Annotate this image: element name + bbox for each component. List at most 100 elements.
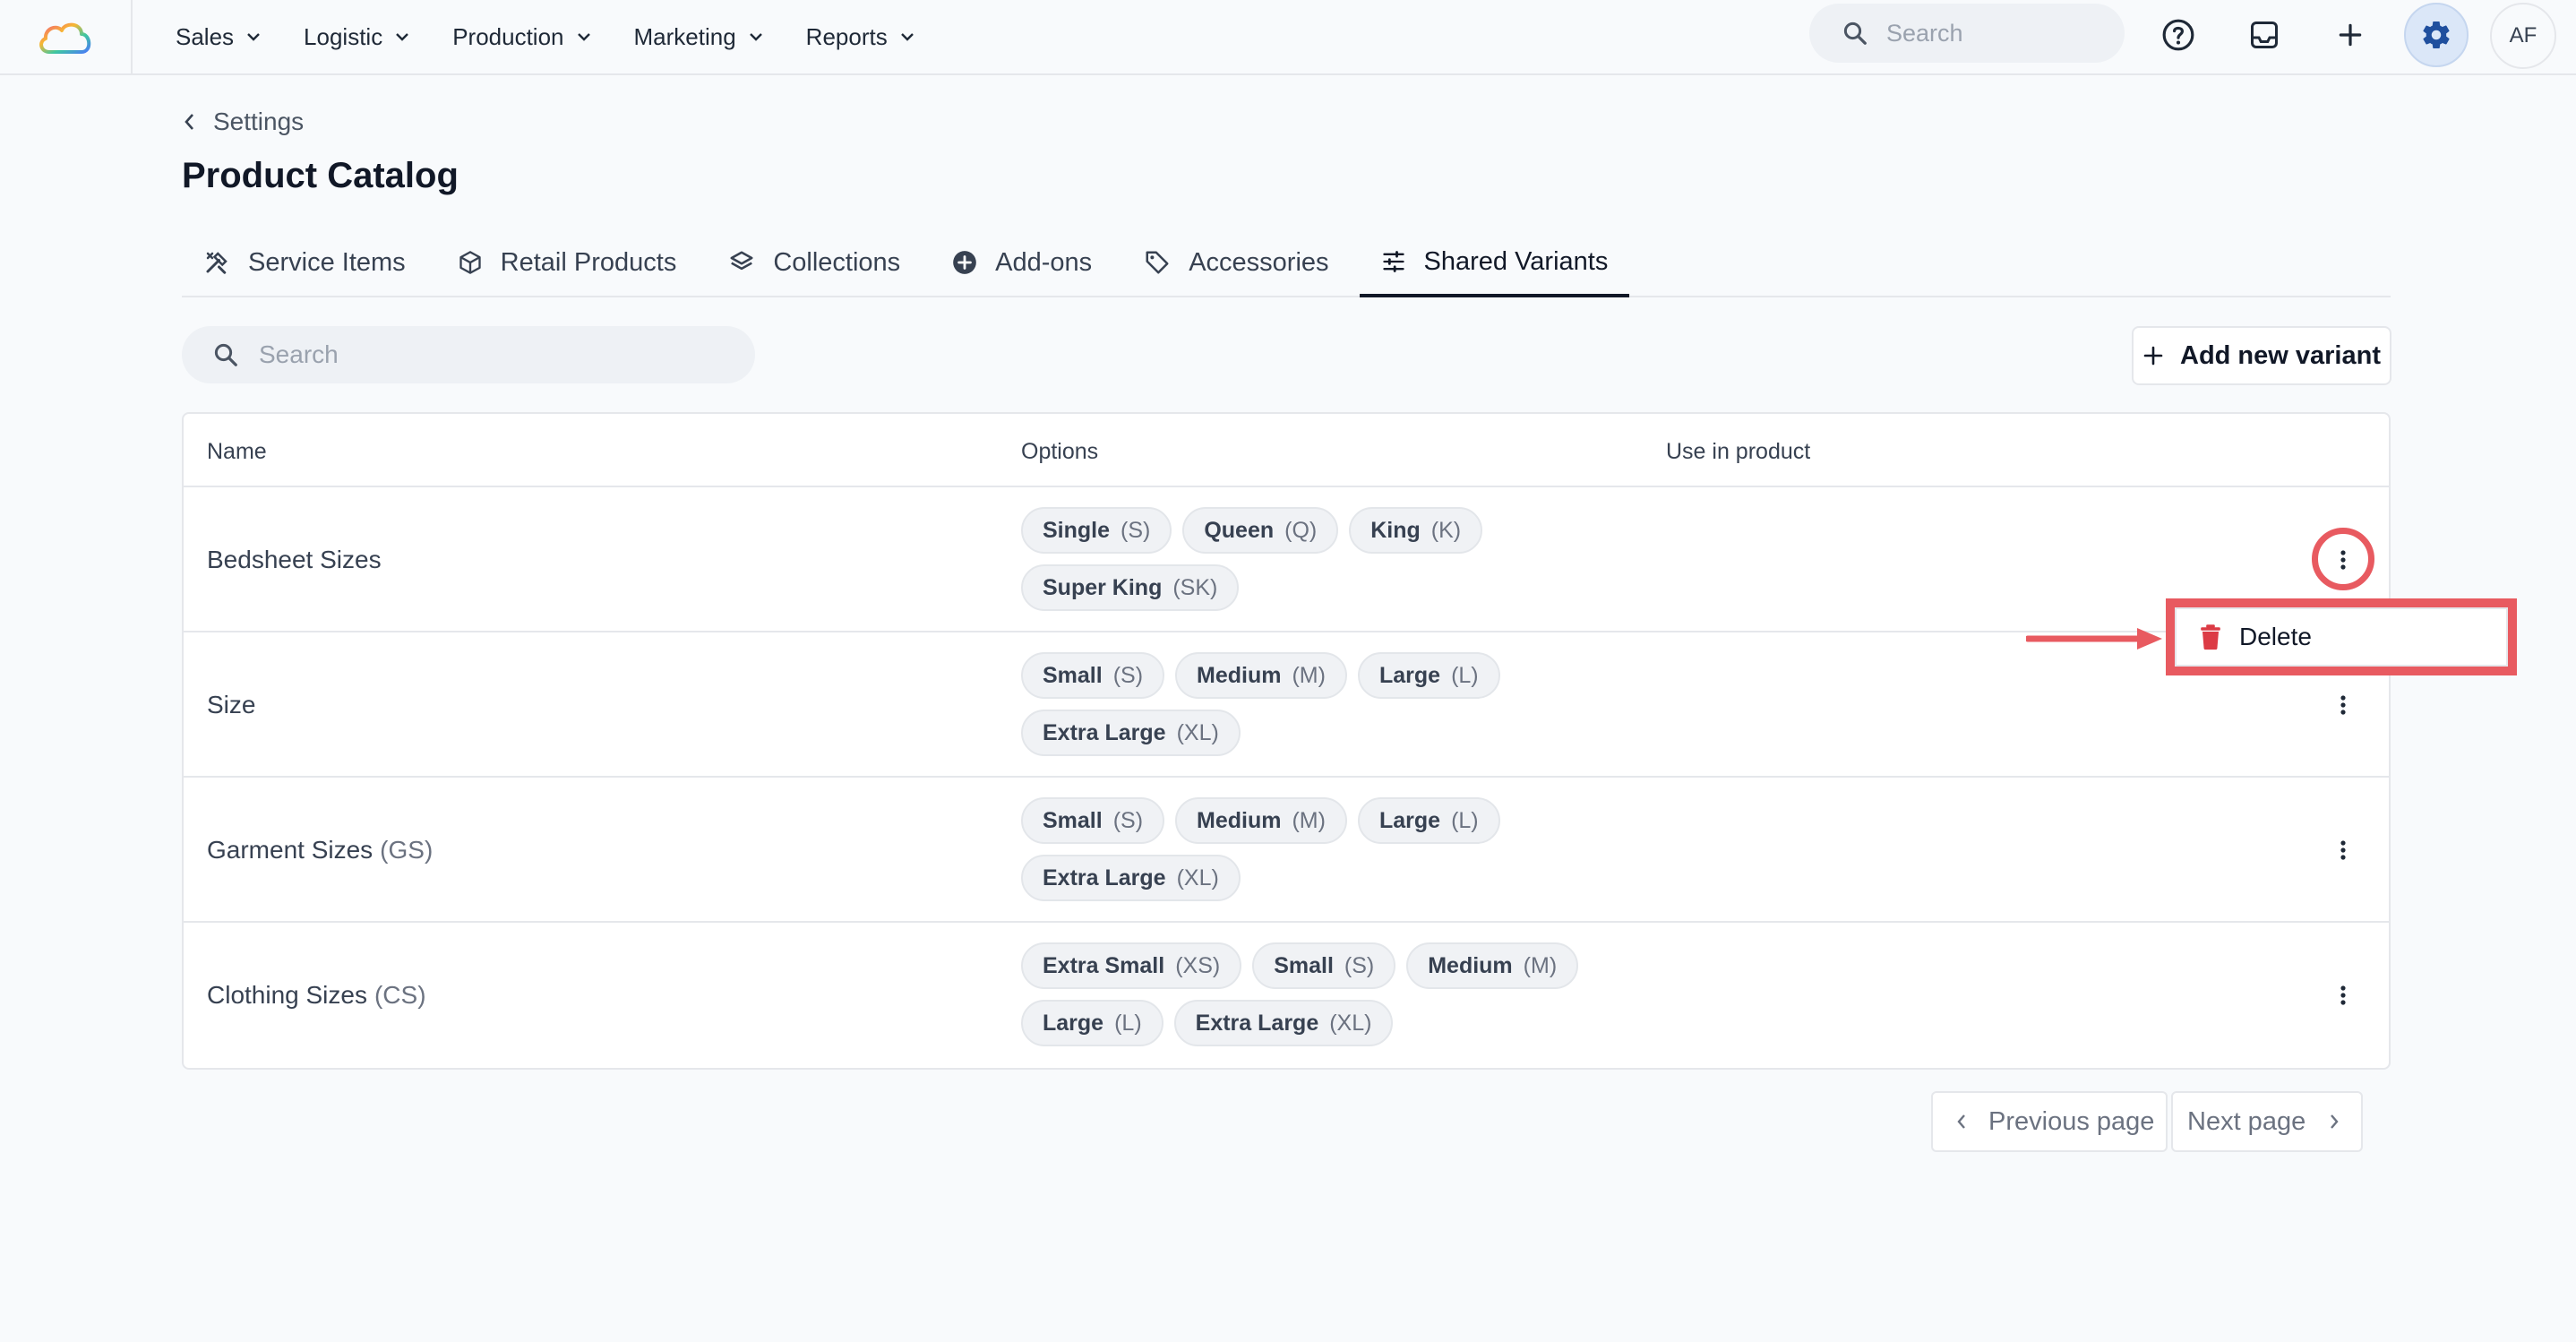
avatar[interactable]: AF: [2490, 3, 2556, 69]
option-label: Extra Small: [1043, 952, 1165, 978]
menu-production[interactable]: Production: [452, 23, 590, 51]
variant-search-input[interactable]: [259, 340, 725, 369]
option-label: Single: [1043, 517, 1111, 543]
variant-name-label: Clothing Sizes: [207, 981, 367, 1009]
table-row: Clothing Sizes (CS) Extra Small (XS) Small (S…: [184, 923, 2389, 1068]
column-options: Options: [1021, 439, 1099, 464]
option-code: (M): [1523, 952, 1558, 978]
variant-name: Clothing Sizes (CS): [207, 923, 426, 1068]
row-menu-button[interactable]: [2323, 975, 2364, 1016]
layers-icon: [730, 251, 753, 271]
help-circle-icon: [2162, 19, 2194, 51]
menu-label: Marketing: [633, 22, 736, 50]
row-menu-button[interactable]: [2323, 830, 2364, 871]
tab-accessories[interactable]: Accessories: [1122, 229, 1350, 296]
tab-service-items[interactable]: Service Items: [182, 229, 427, 296]
option-chip: Extra Large (XL): [1021, 710, 1241, 756]
option-label: Large: [1043, 1010, 1104, 1036]
global-search-input[interactable]: [1886, 19, 2101, 47]
tools-icon: [206, 252, 228, 274]
variant-abbr: (CS): [374, 981, 426, 1009]
page-title: Product Catalog: [182, 156, 459, 195]
global-search[interactable]: [1809, 4, 2125, 63]
option-chip: Small (S): [1021, 797, 1165, 844]
catalog-tabs: Service Items Retail Products Collection…: [182, 229, 2391, 297]
option-chip: Extra Large (XL): [1173, 1000, 1394, 1046]
option-code: (S): [1121, 517, 1151, 543]
option-label: Large: [1378, 662, 1441, 688]
variant-search[interactable]: [182, 326, 755, 383]
chevron-down-icon: [395, 32, 409, 41]
tab-retail-products[interactable]: Retail Products: [436, 229, 699, 296]
chevron-left-icon: [185, 114, 193, 130]
column-name: Name: [207, 439, 267, 464]
tab-label: Collections: [773, 247, 901, 277]
add-new-variant-button[interactable]: Add new variant: [2132, 326, 2391, 385]
plus-icon: [2143, 346, 2163, 366]
delete-menu-item[interactable]: Delete: [2175, 607, 2508, 667]
option-code: (S): [1344, 952, 1375, 978]
tab-label: Retail Products: [500, 247, 677, 277]
variant-options: Extra Small (XS) Small (S) Medium (M) Large (L)…: [1021, 942, 1648, 1057]
breadcrumb[interactable]: Settings: [183, 108, 304, 136]
settings-button[interactable]: [2404, 3, 2469, 67]
variant-options: Small (S) Medium (M) Large (L) Extra Large (XL): [1021, 652, 1648, 767]
chevron-down-icon: [577, 32, 591, 41]
next-page-button[interactable]: Next page: [2171, 1091, 2363, 1152]
tab-label: Service Items: [248, 247, 406, 277]
menu-logistic[interactable]: Logistic: [304, 23, 409, 51]
previous-page-button[interactable]: Previous page: [1931, 1091, 2168, 1152]
option-chip: Large (L): [1021, 1000, 1163, 1046]
option-label: Queen: [1204, 517, 1275, 543]
option-label: Super King: [1043, 574, 1163, 600]
tab-collections[interactable]: Collections: [707, 229, 922, 296]
main-menu: Sales Logistic Production Marketing Repo…: [176, 0, 957, 73]
inbox-icon: [2251, 22, 2278, 48]
option-label: Small: [1043, 807, 1103, 833]
tab-add-ons[interactable]: Add-ons: [931, 229, 1113, 296]
variants-table: Name Options Use in product Bedsheet Siz…: [182, 412, 2391, 1070]
option-chip: Super King (SK): [1021, 564, 1240, 611]
option-code: (L): [1114, 1010, 1142, 1036]
search-icon: [1843, 22, 1867, 45]
search-icon: [214, 343, 237, 366]
option-label: Medium: [1428, 952, 1513, 978]
option-code: (Q): [1284, 517, 1318, 543]
table-header: Name Options Use in product: [184, 414, 2389, 487]
row-menu-button[interactable]: [2323, 684, 2364, 726]
cloud-logo-icon: [39, 22, 91, 54]
plus-icon: [2339, 23, 2362, 47]
menu-reports[interactable]: Reports: [806, 23, 914, 51]
option-label: Large: [1378, 807, 1441, 833]
option-code: (K): [1430, 517, 1462, 543]
column-use-in-product: Use in product: [1666, 439, 1811, 464]
variant-name: Size: [207, 632, 255, 778]
menu-sales[interactable]: Sales: [176, 23, 261, 51]
option-chip: Small (S): [1252, 942, 1396, 989]
variant-name: Garment Sizes (GS): [207, 778, 433, 923]
menu-marketing[interactable]: Marketing: [634, 23, 763, 51]
option-chip: Small (S): [1021, 652, 1165, 699]
top-navbar: Sales Logistic Production Marketing Repo…: [0, 0, 2576, 75]
menu-label: Production: [452, 22, 564, 50]
option-chip: Medium (M): [1406, 942, 1579, 989]
option-label: Medium: [1197, 807, 1282, 833]
add-button-label: Add new variant: [2180, 340, 2381, 370]
inbox-button[interactable]: [2232, 3, 2297, 67]
logo[interactable]: [0, 0, 133, 73]
option-chip: Medium (M): [1175, 797, 1347, 844]
option-label: Extra Large: [1043, 719, 1166, 745]
option-chip: Large (L): [1357, 652, 1500, 699]
chevron-left-icon: [1957, 1114, 1965, 1129]
option-chip: Queen (Q): [1182, 507, 1339, 554]
tab-shared-variants[interactable]: Shared Variants: [1359, 229, 1630, 297]
box-icon: [459, 251, 481, 274]
tag-icon: [1146, 251, 1169, 274]
help-button[interactable]: [2146, 3, 2211, 67]
variant-abbr: (GS): [380, 836, 434, 864]
tab-label: Accessories: [1189, 247, 1329, 277]
option-code: (XS): [1175, 952, 1221, 978]
chevron-right-icon: [2331, 1114, 2339, 1129]
tab-label: Add-ons: [995, 247, 1093, 277]
create-button[interactable]: [2318, 3, 2383, 67]
